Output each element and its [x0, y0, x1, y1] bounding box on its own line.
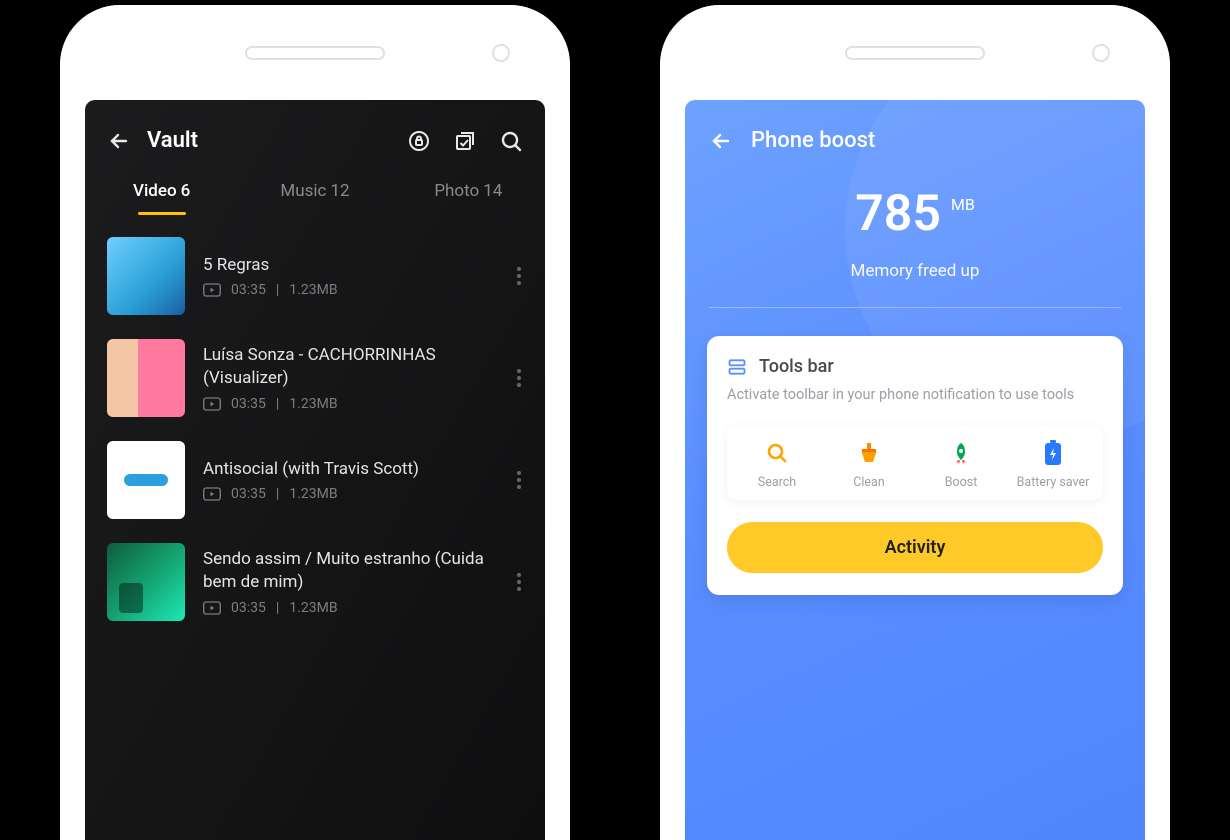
toolbar-icon: [727, 357, 747, 377]
video-badge-icon: [203, 487, 221, 501]
item-subline: 03:35 | 1.23MB: [203, 486, 499, 502]
select-all-icon[interactable]: [453, 129, 477, 153]
memory-value: 785: [855, 185, 941, 243]
tab-count: 12: [330, 181, 349, 201]
more-options-icon[interactable]: [517, 369, 523, 387]
battery-icon: [1007, 439, 1099, 467]
item-meta: Luísa Sonza - CACHORRINHAS (Visualizer) …: [203, 344, 499, 412]
header-actions: [407, 129, 523, 153]
tool-search[interactable]: Search: [731, 439, 823, 490]
item-size: 1.23MB: [289, 600, 337, 616]
rocket-icon: [915, 439, 1007, 467]
item-title: Sendo assim / Muito estranho (Cuida bem …: [203, 548, 499, 594]
tool-boost[interactable]: Boost: [915, 439, 1007, 490]
speaker-slot: [845, 46, 985, 60]
item-title: Antisocial (with Travis Scott): [203, 458, 499, 481]
broom-icon: [823, 439, 915, 467]
tool-label: Boost: [915, 475, 1007, 490]
card-header: Tools bar: [727, 356, 1103, 377]
front-camera: [492, 44, 510, 62]
video-thumbnail: [107, 339, 185, 417]
separator: |: [276, 600, 279, 616]
card-title: Tools bar: [759, 356, 834, 377]
back-arrow-icon[interactable]: [709, 129, 733, 153]
separator: |: [276, 396, 279, 412]
tool-label: Battery saver: [1007, 475, 1099, 490]
video-thumbnail: [107, 543, 185, 621]
more-options-icon[interactable]: [517, 267, 523, 285]
vault-header: Vault: [85, 100, 545, 163]
phone-bezel: [60, 5, 570, 100]
tab-video[interactable]: Video6: [85, 181, 238, 215]
item-subline: 03:35 | 1.23MB: [203, 282, 499, 298]
item-duration: 03:35: [231, 600, 266, 616]
list-item[interactable]: Luísa Sonza - CACHORRINHAS (Visualizer) …: [85, 327, 545, 429]
memory-unit: MB: [951, 195, 975, 214]
card-description: Activate toolbar in your phone notificat…: [727, 385, 1103, 405]
tab-count: 6: [181, 181, 191, 201]
video-thumbnail: [107, 441, 185, 519]
item-size: 1.23MB: [289, 396, 337, 412]
tab-photo[interactable]: Photo14: [392, 181, 545, 215]
item-title: Luísa Sonza - CACHORRINHAS (Visualizer): [203, 344, 499, 390]
video-badge-icon: [203, 283, 221, 297]
tab-label: Video: [133, 181, 177, 201]
phone-bezel: [660, 5, 1170, 100]
item-subline: 03:35 | 1.23MB: [203, 600, 499, 616]
vault-screen: Vault Video6 Music12 Photo14: [85, 100, 545, 840]
more-options-icon[interactable]: [517, 573, 523, 591]
tab-label: Photo: [434, 181, 479, 201]
tab-label: Music: [280, 181, 326, 201]
item-meta: Antisocial (with Travis Scott) 03:35 | 1…: [203, 458, 499, 503]
video-thumbnail: [107, 237, 185, 315]
tools-card: Tools bar Activate toolbar in your phone…: [707, 336, 1123, 595]
category-tabs: Video6 Music12 Photo14: [85, 163, 545, 215]
tool-battery-saver[interactable]: Battery saver: [1007, 439, 1099, 490]
tools-row: Search Clean Boost: [727, 425, 1103, 500]
video-badge-icon: [203, 601, 221, 615]
tab-music[interactable]: Music12: [238, 181, 391, 215]
item-meta: Sendo assim / Muito estranho (Cuida bem …: [203, 548, 499, 616]
back-arrow-icon[interactable]: [107, 129, 131, 153]
phone-mockup-vault: Vault Video6 Music12 Photo14: [60, 5, 570, 840]
front-camera: [1092, 44, 1110, 62]
memory-subtitle: Memory freed up: [685, 261, 1145, 281]
divider: [709, 307, 1121, 308]
speaker-slot: [245, 46, 385, 60]
item-size: 1.23MB: [289, 282, 337, 298]
search-icon[interactable]: [499, 129, 523, 153]
boost-screen: Phone boost 785 MB Memory freed up Tools…: [685, 100, 1145, 840]
tool-clean[interactable]: Clean: [823, 439, 915, 490]
list-item[interactable]: 5 Regras 03:35 | 1.23MB: [85, 225, 545, 327]
activity-button[interactable]: Activity: [727, 522, 1103, 573]
page-title: Phone boost: [751, 128, 875, 153]
list-item[interactable]: Sendo assim / Muito estranho (Cuida bem …: [85, 531, 545, 633]
separator: |: [276, 282, 279, 298]
list-item[interactable]: Antisocial (with Travis Scott) 03:35 | 1…: [85, 429, 545, 531]
page-title: Vault: [147, 128, 391, 153]
more-options-icon[interactable]: [517, 471, 523, 489]
tool-label: Clean: [823, 475, 915, 490]
item-title: 5 Regras: [203, 254, 499, 277]
memory-stat: 785 MB Memory freed up: [685, 185, 1145, 281]
item-duration: 03:35: [231, 396, 266, 412]
phone-mockup-boost: Phone boost 785 MB Memory freed up Tools…: [660, 5, 1170, 840]
item-duration: 03:35: [231, 282, 266, 298]
boost-header: Phone boost: [685, 100, 1145, 153]
item-meta: 5 Regras 03:35 | 1.23MB: [203, 254, 499, 299]
search-icon: [731, 439, 823, 467]
lock-icon[interactable]: [407, 129, 431, 153]
tool-label: Search: [731, 475, 823, 490]
tab-count: 14: [483, 181, 502, 201]
item-size: 1.23MB: [289, 486, 337, 502]
video-list: 5 Regras 03:35 | 1.23MB Luísa Sonza - CA…: [85, 215, 545, 633]
item-subline: 03:35 | 1.23MB: [203, 396, 499, 412]
item-duration: 03:35: [231, 486, 266, 502]
video-badge-icon: [203, 397, 221, 411]
separator: |: [276, 486, 279, 502]
